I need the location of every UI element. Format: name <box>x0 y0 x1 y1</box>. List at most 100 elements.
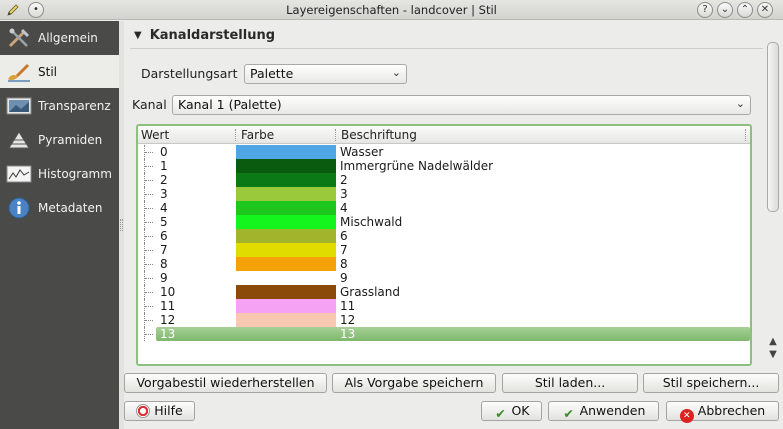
band-value: Kanal 1 (Palette) <box>178 97 282 112</box>
help-icon[interactable]: ? <box>697 2 713 18</box>
load-style-button[interactable]: Stil laden... <box>502 373 638 393</box>
color-swatch[interactable] <box>236 257 336 271</box>
sidebar-item-pyramiden[interactable]: Pyramiden <box>0 123 119 156</box>
cell-beschriftung[interactable]: 11 <box>340 299 355 313</box>
info-icon <box>6 196 32 220</box>
table-row[interactable]: 12 12 <box>138 313 750 327</box>
cell-beschriftung[interactable]: Wasser <box>340 145 383 159</box>
ok-button[interactable]: ✔ OK <box>481 401 542 421</box>
maximize-icon[interactable]: ⌃ <box>737 2 753 18</box>
table-row[interactable]: 66 <box>138 229 750 243</box>
pyramid-icon <box>6 128 32 152</box>
color-swatch[interactable] <box>236 159 336 173</box>
tree-connector <box>144 215 154 229</box>
table-row[interactable]: 22 <box>138 173 750 187</box>
apply-button[interactable]: ✔ Anwenden <box>548 401 659 421</box>
cell-beschriftung[interactable]: 2 <box>340 173 348 187</box>
cell-wert: 4 <box>160 201 168 215</box>
sidebar: Allgemein Stil Transparenz Pyramiden His… <box>0 21 119 429</box>
chevron-down-icon: ⌄ <box>735 97 745 110</box>
table-header: Wert Farbe Beschriftung <box>138 126 750 144</box>
scrollbar-thumb[interactable] <box>767 42 779 212</box>
column-header-wert[interactable]: Wert <box>141 128 169 142</box>
scroll-up-arrow-icon[interactable]: ▲ <box>765 336 781 347</box>
cancel-button[interactable]: ✕ Abbrechen <box>666 401 779 423</box>
color-swatch[interactable] <box>236 187 336 201</box>
cell-beschriftung[interactable]: 13 <box>340 327 355 341</box>
cell-beschriftung[interactable]: Grassland <box>340 285 400 299</box>
cell-beschriftung[interactable]: Mischwald <box>340 215 402 229</box>
color-swatch[interactable] <box>236 313 336 327</box>
tree-connector <box>144 271 154 285</box>
color-swatch[interactable] <box>236 145 336 159</box>
cell-wert: 3 <box>160 187 168 201</box>
help-button[interactable]: Hilfe <box>124 401 195 421</box>
table-row[interactable]: 88 <box>138 257 750 271</box>
restore-default-style-button[interactable]: Vorgabestil wiederherstellen <box>124 373 327 393</box>
color-swatch[interactable] <box>236 243 336 257</box>
sidebar-item-label: Transparenz <box>38 98 111 113</box>
cell-wert: 0 <box>160 145 168 159</box>
cell-beschriftung[interactable]: 3 <box>340 187 348 201</box>
cell-beschriftung[interactable]: 6 <box>340 229 348 243</box>
sidebar-item-transparenz[interactable]: Transparenz <box>0 89 119 122</box>
color-swatch[interactable] <box>236 229 336 243</box>
scroll-down-arrow-icon[interactable]: ▼ <box>765 349 781 363</box>
cell-beschriftung[interactable]: 12 <box>340 313 355 327</box>
cell-beschriftung[interactable]: Immergrüne Nadelwälder <box>340 159 493 173</box>
sidebar-item-metadaten[interactable]: Metadaten <box>0 191 119 224</box>
cell-beschriftung[interactable]: 4 <box>340 201 348 215</box>
sidebar-item-histogramm[interactable]: Histogramm <box>0 157 119 190</box>
layer-properties-window: • Layereigenschaften - landcover | Stil … <box>0 0 783 429</box>
apply-button-label: Anwenden <box>579 403 646 418</box>
tree-connector <box>144 187 154 201</box>
cell-wert: 1 <box>160 159 168 173</box>
table-row[interactable]: 11 11 <box>138 299 750 313</box>
render-type-select[interactable]: Palette ⌄ <box>244 64 407 84</box>
minimize-icon[interactable]: ⌄ <box>717 2 733 18</box>
cell-beschriftung[interactable]: 7 <box>340 243 348 257</box>
tree-connector <box>144 159 154 173</box>
cell-wert: 12 <box>160 313 176 327</box>
sidebar-item-allgemein[interactable]: Allgemein <box>0 21 119 54</box>
color-swatch[interactable] <box>236 271 336 285</box>
cancel-button-label: Abbrechen <box>697 403 766 418</box>
table-row[interactable]: 33 <box>138 187 750 201</box>
section-header-kanaldarstellung[interactable]: ▼ Kanaldarstellung <box>124 21 765 49</box>
table-row[interactable]: 13 13 <box>138 327 750 341</box>
tree-connector <box>144 243 154 257</box>
close-icon[interactable]: ✕ <box>757 2 773 18</box>
table-row[interactable]: 1 Immergrüne Nadelwälder <box>138 159 750 173</box>
column-header-beschriftung[interactable]: Beschriftung <box>341 128 417 142</box>
save-style-button[interactable]: Stil speichern... <box>643 373 779 393</box>
color-swatch[interactable] <box>236 173 336 187</box>
tree-connector <box>144 145 154 159</box>
cell-beschriftung[interactable]: 9 <box>340 271 348 285</box>
table-row[interactable]: 10 Grassland <box>138 285 750 299</box>
tree-connector <box>144 229 154 243</box>
color-swatch[interactable] <box>236 285 336 299</box>
cell-beschriftung[interactable]: 8 <box>340 257 348 271</box>
table-row[interactable]: 77 <box>138 243 750 257</box>
sidebar-item-stil[interactable]: Stil <box>0 55 119 88</box>
cell-wert: 9 <box>160 271 168 285</box>
table-row[interactable]: 0 Wasser <box>138 145 750 159</box>
table-row[interactable]: 44 <box>138 201 750 215</box>
color-swatch[interactable] <box>236 215 336 229</box>
render-type-value: Palette <box>250 66 294 81</box>
brush-icon <box>6 60 32 84</box>
band-select[interactable]: Kanal 1 (Palette) ⌄ <box>172 95 751 115</box>
panel-scrollbar[interactable]: ▲ ▼ <box>765 36 781 366</box>
help-lifebuoy-icon <box>136 404 151 418</box>
ok-button-label: OK <box>511 403 530 418</box>
table-row[interactable]: 5 Mischwald <box>138 215 750 229</box>
tree-connector <box>144 173 154 187</box>
cell-wert: 2 <box>160 173 168 187</box>
column-header-farbe[interactable]: Farbe <box>241 128 274 142</box>
collapse-arrow-icon[interactable]: ▼ <box>134 30 142 41</box>
color-swatch[interactable] <box>236 201 336 215</box>
save-as-default-button[interactable]: Als Vorgabe speichern <box>332 373 496 393</box>
color-swatch[interactable] <box>236 299 336 313</box>
table-row[interactable]: 99 <box>138 271 750 285</box>
window-title: Layereigenschaften - landcover | Stil <box>286 3 497 17</box>
